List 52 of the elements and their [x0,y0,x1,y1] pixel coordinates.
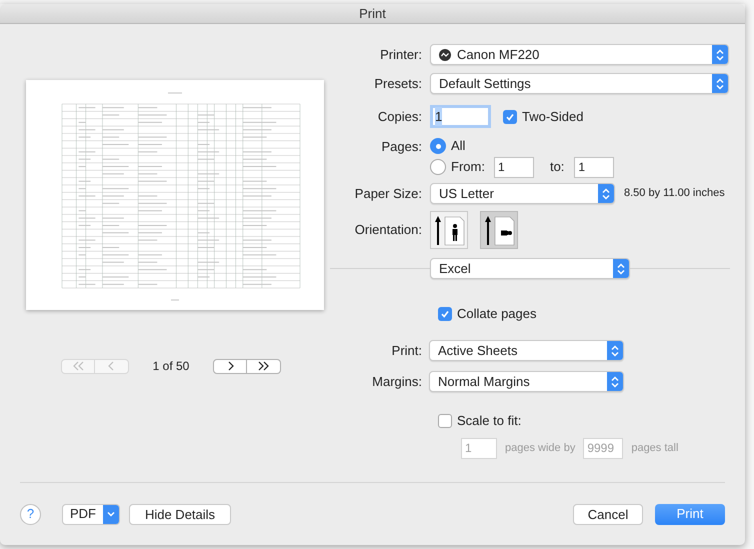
up-down-chevron-icon [617,262,625,274]
copies-label: Copies: [376,108,422,126]
page-nav-button[interactable] [247,358,281,374]
printer-popup[interactable]: Canon MF220 [430,44,729,65]
up-down-chevron-icon [602,188,610,200]
radio-label: From: [451,158,485,176]
to-label: to: [550,158,564,176]
paper-size-label: Paper Size: [354,184,422,203]
printer-label: Printer: [379,46,422,64]
orientation-label: Orientation: [354,221,422,240]
double-chevron-right-icon [257,360,270,372]
up-down-chevron-icon [716,78,724,90]
two-sided-checkbox[interactable] [503,110,517,124]
up-down-chevron-icon [716,48,724,60]
double-chevron-left-icon [72,360,84,372]
up-down-chevron-icon [611,344,619,356]
radio-button[interactable] [430,138,446,154]
up-down-chevron-icon [611,376,619,388]
checkmark-icon [505,112,515,122]
pages-wide-label: pages wide by [505,440,576,456]
pdf-menu-button[interactable]: PDF [62,504,120,524]
pages-tall-label: pages tall [631,440,678,456]
section-popup[interactable]: Excel [430,258,630,279]
window-title: Print [359,4,386,23]
radio-button[interactable] [430,159,446,175]
scale-to-fit-checkbox[interactable] [438,414,452,428]
page-indicator: 1 of 50 [152,358,190,375]
two-sided-label: Two-Sided [522,108,584,126]
copies-field[interactable]: 1 [430,105,491,128]
landscape-orientation-button[interactable] [480,211,518,249]
presets-label: Presets: [373,74,422,93]
presets-popup[interactable]: Default Settings [430,73,729,94]
radio-label: All [451,137,466,156]
collate-label: Collate pages [457,305,536,324]
from-page-field[interactable]: 1 [494,156,534,178]
scale-to-fit-label: Scale to fit: [457,412,522,430]
collate-checkbox[interactable] [438,307,452,321]
cancel-button[interactable]: Cancel [573,504,643,524]
print-popup[interactable]: Active Sheets [429,340,624,361]
margins-popup[interactable]: Normal Margins [429,371,624,392]
paper-size-popup[interactable]: US Letter [430,183,615,204]
margins-label: Margins: [371,372,422,391]
hide-details-button[interactable]: Hide Details [129,504,231,524]
paper-dimensions: 8.50 by 11.00 inches [624,186,725,202]
chevron-down-icon [107,511,115,517]
portrait-orientation-button[interactable] [430,211,468,249]
printer-status-icon [439,48,451,60]
print-label: Print: [390,342,422,360]
page-nav-button[interactable] [213,358,247,374]
to-page-field[interactable]: 1 [574,156,614,178]
checkmark-icon [440,309,450,319]
pages-label: Pages: [380,138,422,156]
